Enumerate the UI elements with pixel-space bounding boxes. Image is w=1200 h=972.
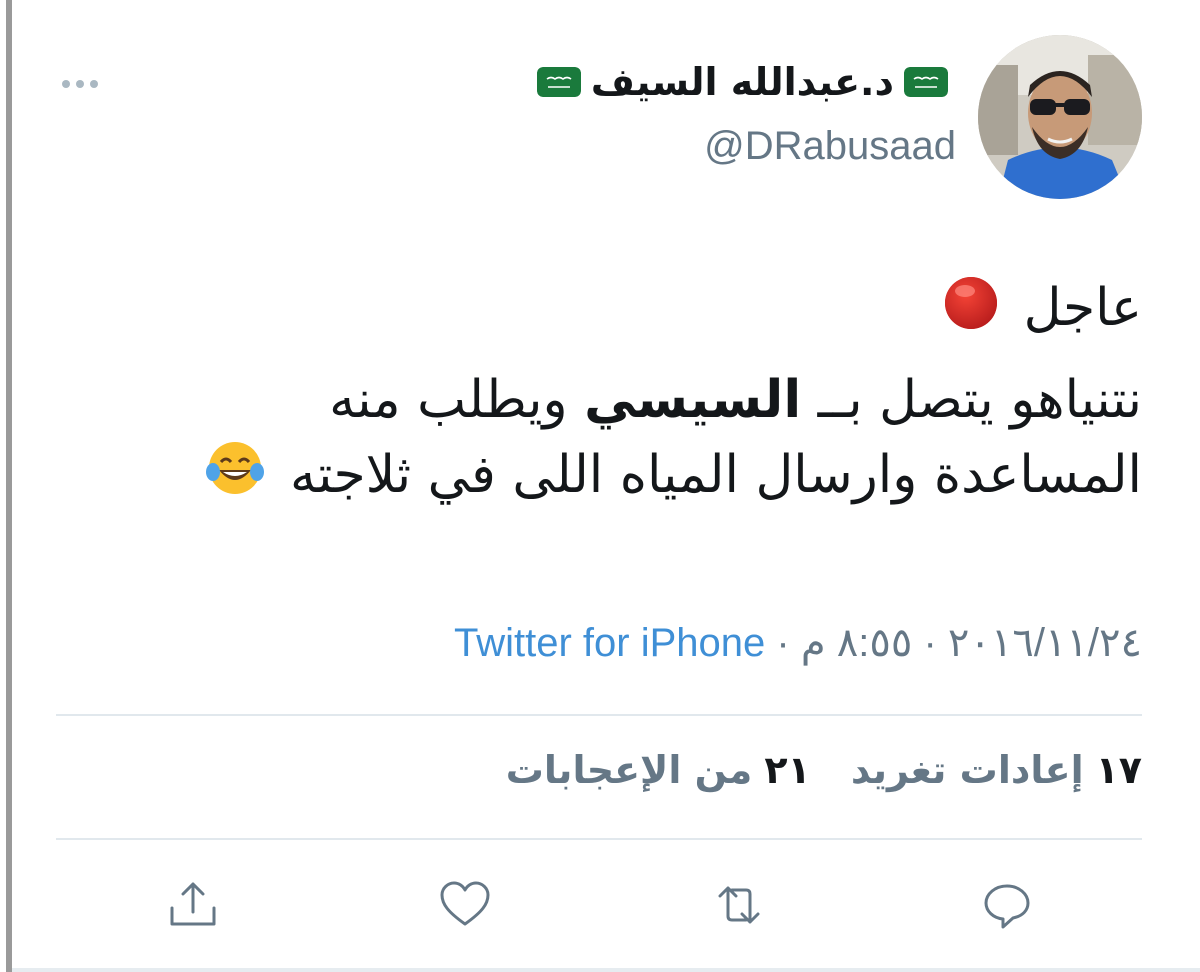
- divider: [56, 838, 1142, 840]
- saudi-flag-icon: [904, 67, 948, 97]
- tweet-text: عاجل نتنياهو يتصل بــ السيسي ويطلب منه ا…: [52, 272, 1142, 512]
- retweets-count: ١٧: [1095, 748, 1142, 792]
- share-icon[interactable]: [166, 878, 220, 932]
- reply-icon[interactable]: [980, 878, 1034, 932]
- more-options-icon[interactable]: [62, 80, 98, 88]
- tweet-line-2: نتنياهو يتصل بــ السيسي ويطلب منه: [329, 369, 1142, 430]
- retweets-label: إعادات تغريد: [850, 748, 1084, 792]
- face-with-tears-of-joy-emoji: [206, 441, 265, 494]
- likes-label: من الإعجابات: [505, 748, 753, 792]
- tweet-bold-word: السيسي: [584, 369, 802, 430]
- tweet-time: ٨:٥٥ م: [800, 621, 913, 665]
- author-handle[interactable]: @DRabusaad: [704, 124, 956, 169]
- tweet-meta: ٢٠١٦/١١/٢٤ · ٨:٥٥ م · Twitter for iPhone: [454, 620, 1142, 666]
- avatar-photo: [978, 35, 1142, 199]
- left-border: [6, 0, 12, 972]
- likes-count: ٢١: [764, 748, 811, 792]
- avatar[interactable]: [978, 35, 1142, 199]
- meta-separator: ·: [923, 621, 937, 665]
- tweet-line-3: المساعدة وارسال المياه اللى في ثلاجته: [52, 438, 1142, 513]
- tweet-date: ٢٠١٦/١١/٢٤: [947, 621, 1142, 665]
- tweet-heading: عاجل: [1023, 278, 1142, 338]
- meta-separator: ·: [776, 621, 790, 665]
- red-circle-emoji: [945, 277, 998, 329]
- retweet-icon[interactable]: [712, 878, 766, 932]
- saudi-flag-icon: [536, 67, 581, 97]
- tweet-source-link[interactable]: Twitter for iPhone: [454, 621, 765, 665]
- tweet-line-1: عاجل: [52, 272, 1142, 346]
- author-display-name: د.عبدالله السيف: [590, 60, 894, 104]
- heart-icon[interactable]: [438, 878, 492, 932]
- bottom-border: [12, 968, 1200, 972]
- likes-stat[interactable]: ٢١من الإعجابات: [478, 748, 811, 792]
- author-name-row[interactable]: د.عبدالله السيف: [536, 60, 948, 104]
- tweet-stats: ١٧إعادات تغريد ٢١من الإعجابات: [478, 748, 1142, 792]
- retweets-stat[interactable]: ١٧إعادات تغريد: [811, 748, 1142, 792]
- divider: [56, 714, 1142, 716]
